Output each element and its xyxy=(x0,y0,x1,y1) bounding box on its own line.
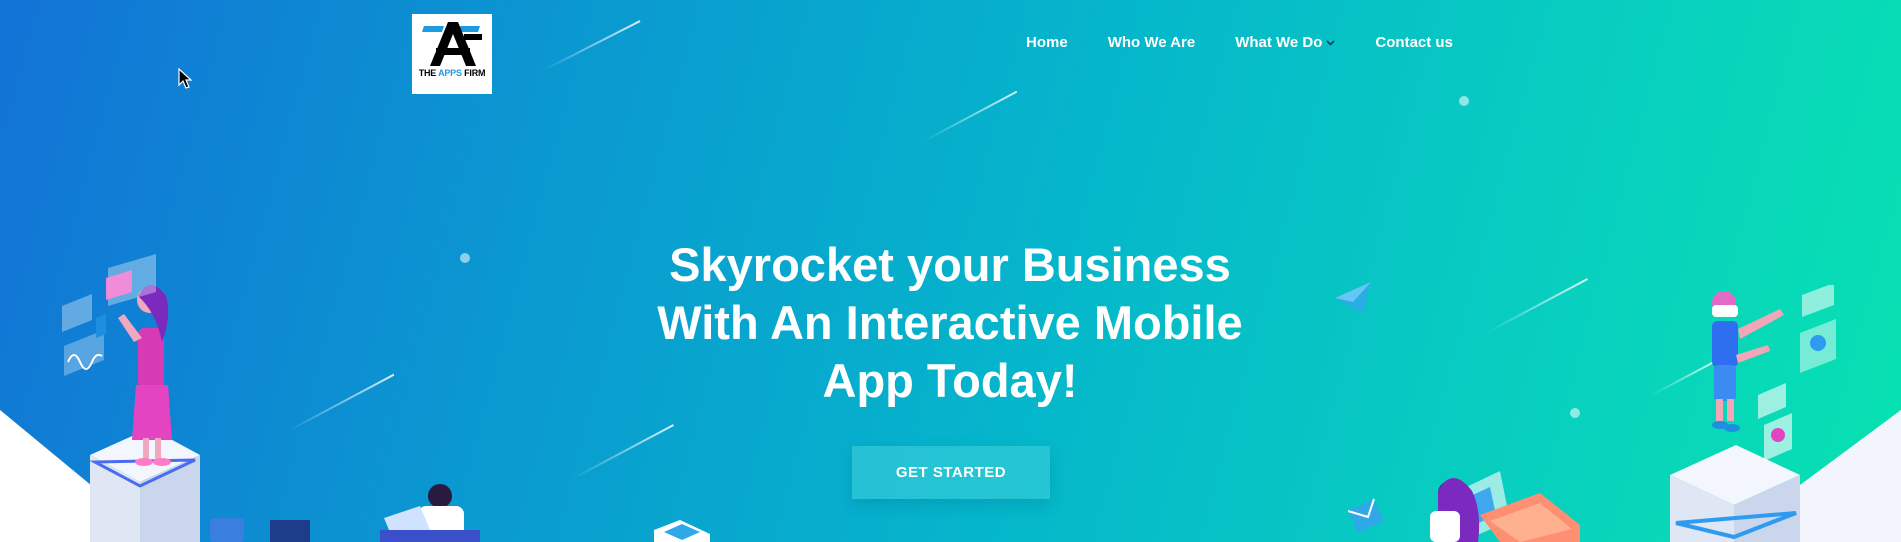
logo-mark-icon xyxy=(422,22,482,66)
brand-name-pre: THE xyxy=(418,68,439,78)
hero-headline: Skyrocket your Business With An Interact… xyxy=(560,236,1340,410)
brand-logo[interactable]: THE APPS FIRM xyxy=(412,14,492,94)
brand-name: THE APPS FIRM xyxy=(412,68,492,78)
get-started-button[interactable]: GET STARTED xyxy=(852,446,1050,499)
light-streak xyxy=(571,424,675,480)
hero-section: THE APPS FIRM Home Who We Are What We Do… xyxy=(0,0,1901,542)
nav-who-we-are[interactable]: Who We Are xyxy=(1108,34,1196,51)
right-platform-illustration xyxy=(1347,285,1901,542)
headline-line-3: App Today! xyxy=(822,354,1078,407)
phone-illustration xyxy=(654,520,710,542)
chevron-down-icon xyxy=(1326,40,1335,45)
nav-what-we-do[interactable]: What We Do xyxy=(1235,34,1335,51)
main-nav: Home Who We Are What We Do Contact us xyxy=(1026,34,1453,51)
headline-line-2: With An Interactive Mobile xyxy=(657,296,1243,349)
brand-name-accent: APPS xyxy=(438,68,462,78)
left-platform-illustration xyxy=(0,254,480,542)
headline-line-1: Skyrocket your Business xyxy=(669,238,1231,291)
sparkle-dot xyxy=(1459,96,1469,106)
light-streak xyxy=(923,90,1018,142)
nav-contact-us[interactable]: Contact us xyxy=(1375,34,1453,51)
nav-what-we-do-label: What We Do xyxy=(1235,34,1323,51)
nav-home[interactable]: Home xyxy=(1026,34,1068,51)
mouse-cursor-icon xyxy=(178,68,192,89)
brand-name-post: FIRM xyxy=(461,68,486,78)
light-streak xyxy=(541,20,641,72)
